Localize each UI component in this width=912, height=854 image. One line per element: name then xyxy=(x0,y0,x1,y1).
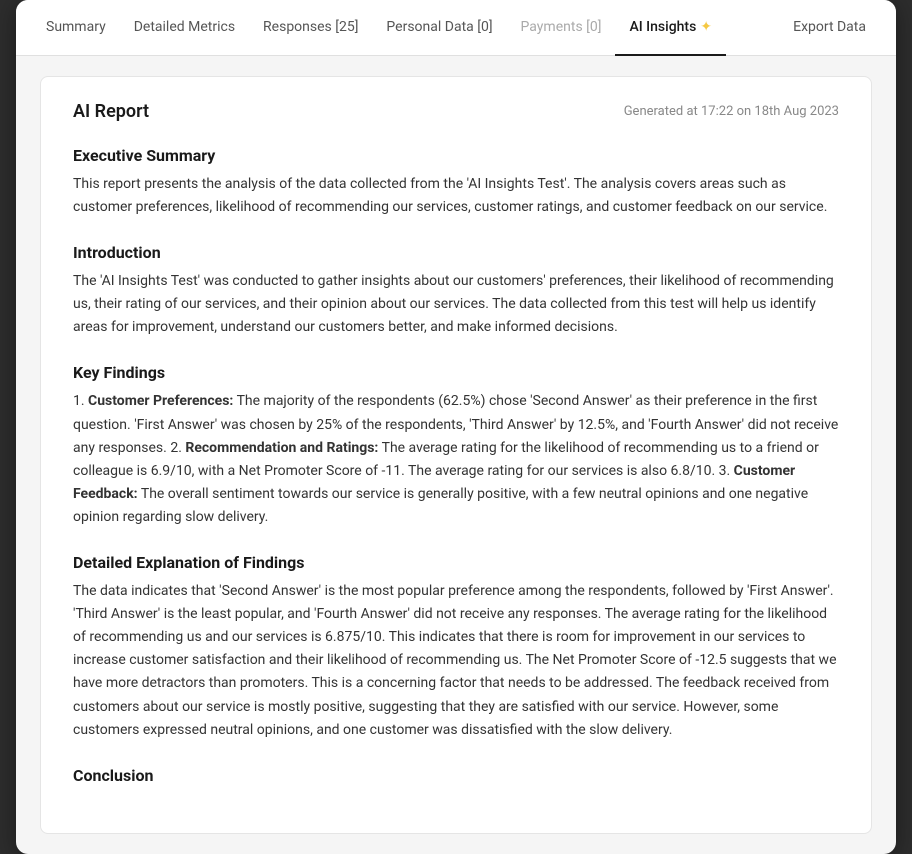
section-introduction: Introduction The 'AI Insights Test' was c… xyxy=(73,243,839,339)
section-heading-conclusion: Conclusion xyxy=(73,766,839,785)
section-body-key-findings: 1. Customer Preferences: The majority of… xyxy=(73,390,839,529)
report-card: AI Report Generated at 17:22 on 18th Aug… xyxy=(40,76,872,834)
sections-container: Executive Summary This report presents th… xyxy=(73,146,839,785)
tab-bar: SummaryDetailed MetricsResponses [25]Per… xyxy=(16,0,896,56)
section-heading-detailed-explanation: Detailed Explanation of Findings xyxy=(73,553,839,572)
section-body-detailed-explanation: The data indicates that 'Second Answer' … xyxy=(73,580,839,742)
report-title: AI Report xyxy=(73,101,149,122)
tab-detailed-metrics[interactable]: Detailed Metrics xyxy=(120,0,249,56)
section-key-findings: Key Findings 1. Customer Preferences: The… xyxy=(73,363,839,529)
report-header: AI Report Generated at 17:22 on 18th Aug… xyxy=(73,101,839,122)
section-detailed-explanation: Detailed Explanation of Findings The data… xyxy=(73,553,839,742)
app-window: SummaryDetailed MetricsResponses [25]Per… xyxy=(16,0,896,854)
main-content: AI Report Generated at 17:22 on 18th Aug… xyxy=(16,56,896,854)
section-heading-introduction: Introduction xyxy=(73,243,839,262)
tab-payments[interactable]: Payments [0] xyxy=(507,0,616,56)
report-generated: Generated at 17:22 on 18th Aug 2023 xyxy=(624,104,839,119)
section-body-introduction: The 'AI Insights Test' was conducted to … xyxy=(73,270,839,339)
ai-insights-star-icon: ✦ xyxy=(700,19,712,35)
tab-ai-insights[interactable]: AI Insights ✦ xyxy=(615,0,726,56)
section-executive-summary: Executive Summary This report presents th… xyxy=(73,146,839,219)
section-heading-executive-summary: Executive Summary xyxy=(73,146,839,165)
section-conclusion: Conclusion xyxy=(73,766,839,785)
tab-personal-data[interactable]: Personal Data [0] xyxy=(372,0,506,56)
tab-responses[interactable]: Responses [25] xyxy=(249,0,372,56)
tab-summary[interactable]: Summary xyxy=(32,0,120,56)
section-heading-key-findings: Key Findings xyxy=(73,363,839,382)
tab-export-data[interactable]: Export Data xyxy=(779,0,880,56)
section-body-executive-summary: This report presents the analysis of the… xyxy=(73,173,839,219)
